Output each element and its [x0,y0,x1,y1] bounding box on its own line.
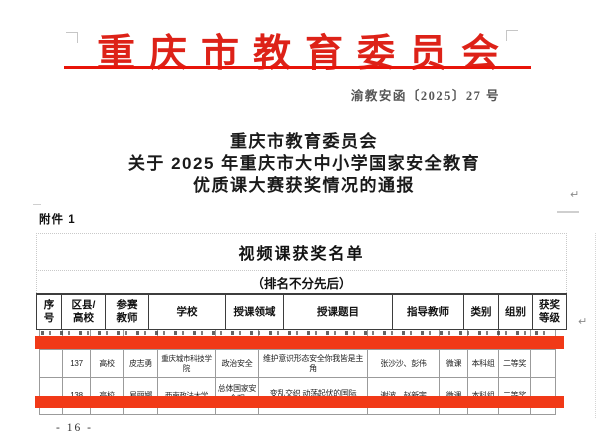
header-cell: 指导教师 [393,295,464,329]
page-number: - 16 - [56,422,93,434]
header-cell: 授课题目 [284,295,393,329]
covered-row-glyph-tops [41,331,554,335]
table-cell [531,350,556,378]
header-cell: 区县/ 高校 [62,295,106,329]
award-table-header: 视频课获奖名单 （排名不分先后） 序 号区县/ 高校参赛 教师学校授课领域授课题… [36,233,567,330]
document-title-line3: 优质课大赛获奖情况的通报 [0,175,608,197]
table-cell [499,408,531,415]
table-cell: 皮志勇 [124,350,158,378]
table-cell: 微课 [440,350,468,378]
table-cell: 重庆城市科技学院 [158,350,216,378]
document-number: 渝教安函〔2025〕27 号 [351,85,500,104]
table-cell [368,408,440,415]
table-cell [531,408,556,415]
text-boundary-line [595,233,596,418]
table-cell: 137 [63,350,91,378]
table-title: 视频课获奖名单 [36,233,567,270]
table-cell [259,408,368,415]
header-cell: 授课领域 [226,295,284,329]
table-cell: 张沙沙、彭伟 [368,350,440,378]
table-cell [468,408,499,415]
document-title-line1: 重庆市教育委员会 [0,131,608,153]
table-return-mark: ↵ [578,315,587,328]
table-cell: 维护意识形态安全你我皆是主角 [259,350,368,378]
header-cell: 学校 [149,295,226,329]
table-cell [40,350,63,378]
table-cell [124,408,158,415]
redaction-bar-bottom [35,396,564,408]
table-cell [91,408,124,415]
document-title: 重庆市教育委员会 关于 2025 年重庆市大中小学国家安全教育 优质课大赛获奖情… [0,131,608,197]
table-header-row: 序 号区县/ 高校参赛 教师学校授课领域授课题目指导教师类别组别获奖 等级 [36,293,567,330]
attachment-label: 附件 1 [39,211,76,227]
table-cell [158,408,216,415]
header-cell: 组别 [499,295,533,329]
header-cell: 获奖 等级 [533,295,566,329]
header-cell: 参赛 教师 [106,295,149,329]
header-cell: 序 号 [37,295,62,329]
table-cell [40,408,63,415]
document-title-line2: 关于 2025 年重庆市大中小学国家安全教育 [0,153,608,175]
paragraph-return-mark: ↵ [570,188,579,201]
table-cell: 高校 [91,350,124,378]
table-cell [216,408,259,415]
table-row [40,408,556,415]
table-cell: 二等奖 [499,350,531,378]
header-cell: 类别 [464,295,499,329]
table-subtitle: （排名不分先后） [36,270,567,293]
boundary-dash-right [557,211,579,213]
table-cell: 本科组 [468,350,499,378]
table-row: 137高校皮志勇重庆城市科技学院政治安全维护意识形态安全你我皆是主角张沙沙、彭伟… [40,350,556,378]
letterhead-rule [64,66,531,69]
table-cell: 政治安全 [216,350,259,378]
redaction-bar-top [35,336,564,349]
table-cell [63,408,91,415]
table-cell [440,408,468,415]
document-page: 重庆市教育委员会 渝教安函〔2025〕27 号 重庆市教育委员会 关于 2025… [0,0,608,445]
boundary-dash-left [33,204,41,205]
